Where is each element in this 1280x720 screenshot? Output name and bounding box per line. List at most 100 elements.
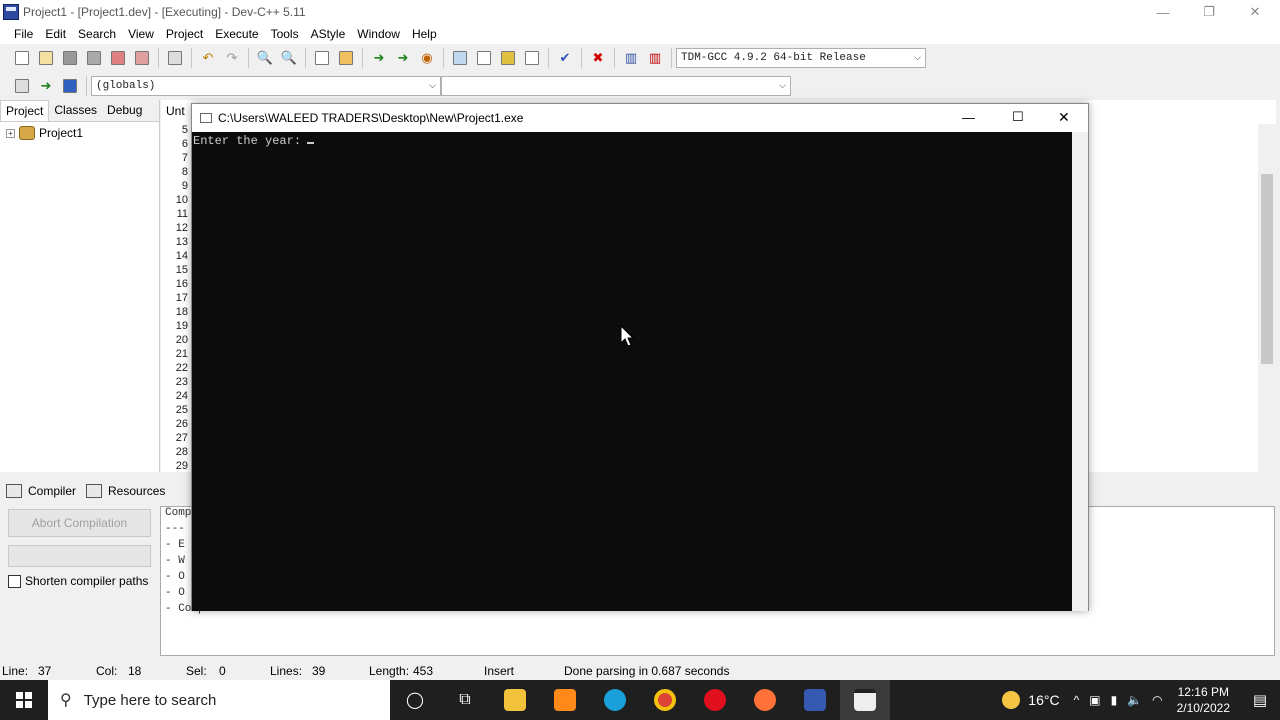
- console-window[interactable]: C:\Users\WALEED TRADERS\Desktop\New\Proj…: [191, 103, 1089, 611]
- battery-icon[interactable]: ▮: [1111, 693, 1118, 707]
- console-app-icon: [200, 113, 212, 123]
- bookmark-icon[interactable]: ◉: [416, 47, 438, 69]
- project-panel-tabs: Project Classes Debug: [0, 100, 159, 122]
- console-output[interactable]: Enter the year:: [192, 132, 1072, 611]
- scope-select[interactable]: (globals) ⌵: [91, 76, 441, 96]
- goto-declaration-icon[interactable]: ➜: [35, 75, 57, 97]
- replace-icon[interactable]: 🔍: [278, 47, 300, 69]
- layout-icon[interactable]: [497, 47, 519, 69]
- console-close-button[interactable]: ✕: [1058, 109, 1070, 126]
- menu-search[interactable]: Search: [72, 27, 122, 41]
- notifications-icon[interactable]: ▤: [1240, 691, 1280, 709]
- menu-view[interactable]: View: [122, 27, 160, 41]
- new-file-icon[interactable]: [11, 47, 33, 69]
- line-number: 14: [175, 250, 188, 262]
- wifi-icon[interactable]: ◠: [1152, 693, 1162, 707]
- toolbar-divider: [191, 48, 192, 68]
- editor-scrollbar[interactable]: [1258, 124, 1276, 472]
- expand-icon[interactable]: +: [6, 128, 15, 138]
- save-all-icon[interactable]: [83, 47, 105, 69]
- tile-icon[interactable]: [521, 47, 543, 69]
- console-minimize-button[interactable]: —: [962, 110, 975, 125]
- weather-temperature[interactable]: 16°C: [1028, 692, 1059, 708]
- menu-execute[interactable]: Execute: [209, 27, 264, 41]
- indent-icon[interactable]: [311, 47, 333, 69]
- opera-browser-icon[interactable]: [690, 680, 740, 720]
- open-file-icon[interactable]: [35, 47, 57, 69]
- unindent-icon[interactable]: [335, 47, 357, 69]
- goto-icon[interactable]: ➜: [368, 47, 390, 69]
- restore-button[interactable]: ❐: [1186, 0, 1232, 24]
- firefox-browser-icon[interactable]: [740, 680, 790, 720]
- menu-bar: File Edit Search View Project Execute To…: [0, 24, 1280, 44]
- undo-icon[interactable]: ↶: [197, 47, 219, 69]
- definition-icon[interactable]: [59, 75, 81, 97]
- tab-debug[interactable]: Debug: [102, 100, 147, 121]
- goto-line-icon[interactable]: ➜: [392, 47, 414, 69]
- console-taskbar-icon[interactable]: [840, 680, 890, 720]
- tab-resources[interactable]: Resources: [86, 484, 165, 498]
- tab-classes[interactable]: Classes: [49, 100, 102, 121]
- volume-icon[interactable]: 🔈: [1127, 693, 1142, 707]
- redo-icon[interactable]: ↷: [221, 47, 243, 69]
- tab-compiler-label: Compiler: [28, 484, 77, 498]
- edge-browser-icon[interactable]: [590, 680, 640, 720]
- line-number: 16: [175, 278, 188, 290]
- line-number: 20: [175, 334, 188, 346]
- line-number-gutter: 5 6 7 8 9 10 11 12 13 14 15 16 17 18 19 …: [166, 124, 190, 472]
- abort-compilation-button[interactable]: Abort Compilation: [8, 509, 151, 537]
- window-title: Project1 - [Project1.dev] - [Executing] …: [23, 5, 306, 19]
- menu-project[interactable]: Project: [160, 27, 209, 41]
- compiler-select[interactable]: TDM-GCC 4.9.2 64-bit Release ⌵: [676, 48, 926, 68]
- window-icon[interactable]: [473, 47, 495, 69]
- clock[interactable]: 12:16 PM 2/10/2022: [1177, 684, 1230, 716]
- check-syntax-icon[interactable]: ✔: [554, 47, 576, 69]
- function-select[interactable]: ⌵: [441, 76, 791, 96]
- menu-edit[interactable]: Edit: [39, 27, 72, 41]
- toolbar-divider: [86, 76, 87, 96]
- sublime-text-icon[interactable]: [540, 680, 590, 720]
- console-title-bar[interactable]: C:\Users\WALEED TRADERS\Desktop\New\Proj…: [192, 104, 1088, 132]
- devcpp-app-icon: [3, 4, 19, 20]
- class-browser-icon[interactable]: [11, 75, 33, 97]
- toolbar-divider: [614, 48, 615, 68]
- chart-icon[interactable]: ▥: [620, 47, 642, 69]
- menu-astyle[interactable]: AStyle: [305, 27, 352, 41]
- shorten-paths-checkbox[interactable]: [8, 574, 21, 588]
- scrollbar-thumb[interactable]: [1261, 174, 1273, 364]
- weather-icon[interactable]: [1002, 691, 1021, 709]
- menu-tools[interactable]: Tools: [265, 27, 305, 41]
- close-button[interactable]: ✕: [1232, 0, 1278, 24]
- minimize-button[interactable]: —: [1140, 0, 1186, 24]
- task-view-icon[interactable]: ⧉: [440, 680, 490, 720]
- chrome-browser-icon[interactable]: [640, 680, 690, 720]
- chevron-down-icon: ⌵: [429, 81, 436, 91]
- menu-file[interactable]: File: [8, 27, 39, 41]
- console-scrollbar[interactable]: [1072, 132, 1088, 611]
- console-maximize-button[interactable]: ☐: [1012, 109, 1024, 125]
- stop-execution-icon[interactable]: ✖: [587, 47, 609, 69]
- project-icon[interactable]: [449, 47, 471, 69]
- close-all-icon[interactable]: [131, 47, 153, 69]
- start-button[interactable]: [0, 680, 48, 720]
- profile-icon[interactable]: ▥: [644, 47, 666, 69]
- shorten-paths-option[interactable]: Shorten compiler paths: [8, 574, 148, 588]
- file-explorer-icon[interactable]: [490, 680, 540, 720]
- project-tree-item[interactable]: + Project1: [0, 122, 159, 144]
- cortana-icon[interactable]: ◯: [390, 680, 440, 720]
- toolbar-divider: [248, 48, 249, 68]
- taskbar-search[interactable]: ⚲ Type here to search: [48, 680, 390, 720]
- save-icon[interactable]: [59, 47, 81, 69]
- menu-window[interactable]: Window: [351, 27, 406, 41]
- tab-project[interactable]: Project: [0, 100, 50, 121]
- devcpp-taskbar-icon[interactable]: [790, 680, 840, 720]
- network-icon[interactable]: ▣: [1089, 693, 1100, 707]
- status-lines-value: 39: [312, 664, 326, 678]
- tab-compiler[interactable]: Compiler: [6, 484, 76, 498]
- menu-help[interactable]: Help: [406, 27, 443, 41]
- chevron-up-icon[interactable]: ^: [1074, 693, 1080, 707]
- find-icon[interactable]: 🔍: [254, 47, 276, 69]
- chevron-down-icon: ⌵: [914, 53, 921, 63]
- print-icon[interactable]: [164, 47, 186, 69]
- close-file-icon[interactable]: [107, 47, 129, 69]
